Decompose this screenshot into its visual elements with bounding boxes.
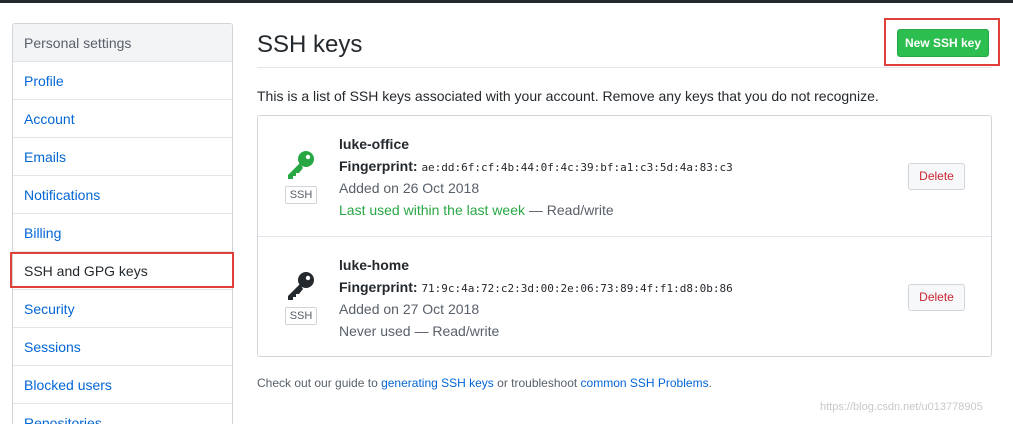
ssh-badge: SSH: [285, 307, 317, 325]
ssh-key-item: SSH luke-home Fingerprint: 71:9c:4a:72:c…: [258, 236, 991, 356]
usage-status: Never used — Read/write: [339, 323, 499, 339]
sidebar-item-billing[interactable]: Billing: [13, 214, 232, 252]
sidebar-header: Personal settings: [13, 24, 232, 62]
added-date: Added on 26 Oct 2018: [339, 180, 480, 196]
page-title: SSH keys: [257, 31, 363, 58]
added-date: Added on 27 Oct 2018: [339, 301, 480, 317]
sidebar-item-blocked-users[interactable]: Blocked users: [13, 366, 232, 404]
sidebar-item-notifications[interactable]: Notifications: [13, 176, 232, 214]
help-note: Check out our guide to generating SSH ke…: [257, 376, 712, 390]
ssh-badge: SSH: [285, 186, 317, 204]
fingerprint-label: Fingerprint:: [339, 279, 418, 295]
fingerprint-value: 71:9c:4a:72:c2:3d:00:2e:06:73:89:4f:f1:d…: [421, 282, 733, 295]
help-middle: or troubleshoot: [493, 376, 581, 390]
key-icon: [288, 151, 314, 179]
intro-text: This is a list of SSH keys associated wi…: [257, 88, 879, 104]
key-title: luke-home: [339, 257, 410, 273]
fingerprint-label: Fingerprint:: [339, 158, 418, 174]
sidebar-item-sessions[interactable]: Sessions: [13, 328, 232, 366]
sidebar-item-emails[interactable]: Emails: [13, 138, 232, 176]
key-icon: [288, 272, 314, 300]
access-text: Never used — Read/write: [339, 323, 500, 339]
last-used-text: Last used within the last week: [339, 202, 525, 218]
sidebar-item-profile[interactable]: Profile: [13, 62, 232, 100]
fingerprint-line: Fingerprint: ae:dd:6f:cf:4b:44:0f:4c:39:…: [339, 158, 733, 174]
sidebar-item-account[interactable]: Account: [13, 100, 232, 138]
fingerprint-line: Fingerprint: 71:9c:4a:72:c2:3d:00:2e:06:…: [339, 279, 733, 295]
title-divider: [257, 67, 992, 68]
help-suffix: .: [708, 376, 712, 390]
ssh-key-item: SSH luke-office Fingerprint: ae:dd:6f:cf…: [258, 116, 991, 236]
ssh-key-list: SSH luke-office Fingerprint: ae:dd:6f:cf…: [257, 115, 992, 357]
new-key-highlight-box: [884, 18, 1000, 66]
usage-status: Last used within the last week — Read/wr…: [339, 202, 614, 218]
sidebar-item-security[interactable]: Security: [13, 290, 232, 328]
common-ssh-problems-link[interactable]: common SSH Problems: [581, 376, 709, 390]
watermark: https://blog.csdn.net/u013778905: [820, 401, 983, 413]
delete-key-button[interactable]: Delete: [908, 163, 965, 190]
key-title: luke-office: [339, 136, 410, 152]
fingerprint-value: ae:dd:6f:cf:4b:44:0f:4c:39:bf:a1:c3:5d:4…: [421, 161, 733, 174]
help-prefix: Check out our guide to: [257, 376, 382, 390]
top-bar: [0, 0, 1013, 3]
generating-ssh-keys-link[interactable]: generating SSH keys: [381, 376, 494, 390]
delete-key-button[interactable]: Delete: [908, 284, 965, 311]
settings-sidebar: Personal settings Profile Account Emails…: [12, 23, 233, 424]
access-text: — Read/write: [525, 202, 614, 218]
sidebar-item-repositories[interactable]: Repositories: [13, 404, 232, 424]
selected-item-highlight-box: [10, 252, 234, 288]
